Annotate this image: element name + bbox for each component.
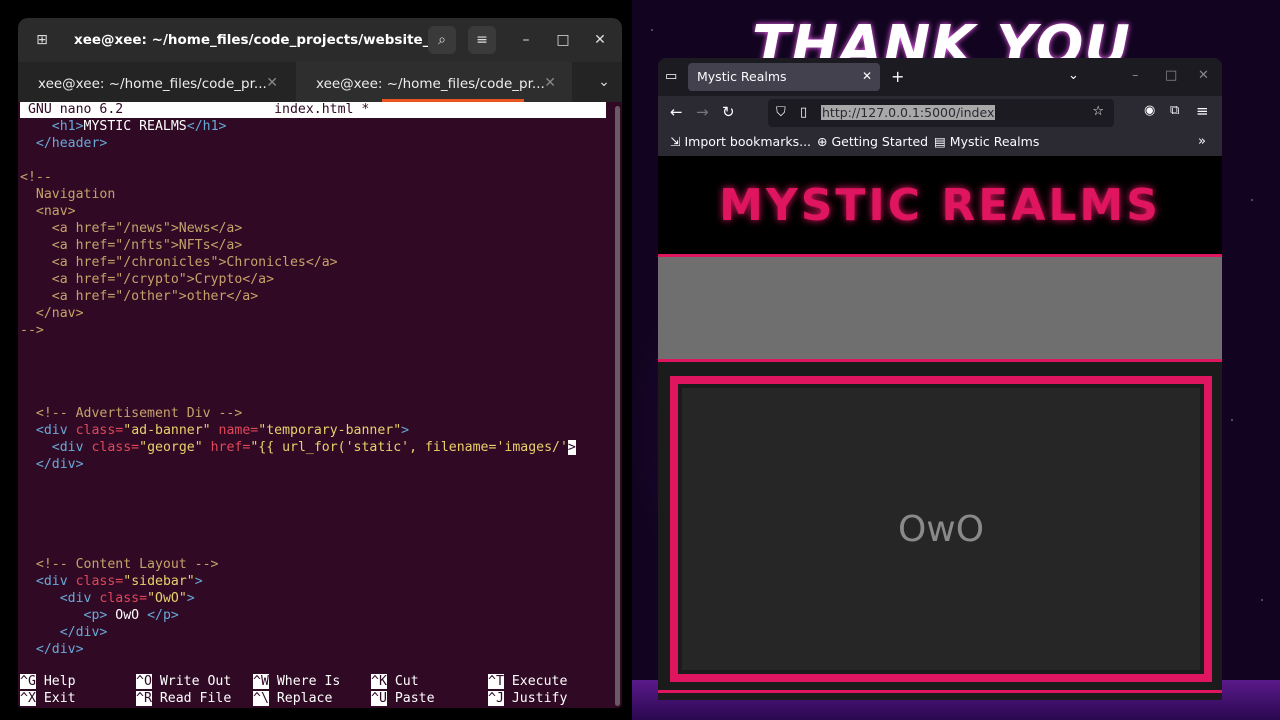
nano-version: GNU nano 6.2 [27,102,124,117]
minimize-icon[interactable]: – [512,26,540,54]
code-line: <!-- Content Layout --> [20,557,219,572]
extensions-icon[interactable]: ⧉ [1170,103,1179,118]
tab-title: Mystic Realms [697,69,787,84]
web-page: MYSTIC REALMS OwO [658,156,1222,700]
page-title: MYSTIC REALMS [719,180,1161,231]
shortcut-exit[interactable]: ^X Exit [20,691,76,708]
terminal-titlebar[interactable]: ⊞ xee@xee: ~/home_files/code_projects/we… [18,18,622,62]
page-icon: ▯ [800,105,808,120]
file-name: index.html * [274,102,370,117]
maximize-icon[interactable]: □ [549,26,577,54]
chevron-down-icon[interactable]: ⌄ [590,68,618,96]
nano-editor[interactable]: GNU nano 6.2 index.html * <h1>MYSTIC REA… [18,102,622,708]
shortcut-execute[interactable]: ^T Execute [488,674,567,691]
terminal-tab-active[interactable]: xee@xee: ~/home_files/code_pr... ✕ [296,62,572,102]
maximize-icon[interactable]: □ [1165,68,1177,83]
tab-label: xee@xee: ~/home_files/code_pr... [38,76,267,92]
nano-status-bar: GNU nano 6.2 index.html * [20,102,606,118]
code-line: <p> OwO </p> [83,608,179,623]
url-bar[interactable]: ⛉ ▯ http://127.0.0.1:5000/index ☆ [768,99,1114,127]
divider [658,690,1222,693]
code-line: </div> [35,642,84,657]
navigation-toolbar: ← → ↻ ⛉ ▯ http://127.0.0.1:5000/index ☆ … [658,96,1222,130]
code-line: Navigation [20,187,116,202]
code-line: <a href="/nfts">NFTs</a> [20,238,243,253]
terminal-window[interactable]: ⊞ xee@xee: ~/home_files/code_projects/we… [18,18,622,708]
code-line: </div> [59,625,108,640]
bookmark-getting-started[interactable]: ⊕ Getting Started [817,134,928,149]
code-line: </header> [35,136,108,151]
sidebar-text: OwO [897,508,985,550]
code-line: </div> [35,457,84,472]
bookmark-label: Getting Started [831,134,929,149]
bookmark-import[interactable]: ⇲ Import bookmarks... [670,134,811,149]
browser-window[interactable]: ▭ Mystic Realms ✕ + ⌄ – □ ✕ ← → ↻ ⛉ ▯ htt… [658,58,1222,700]
bookmarks-toolbar: ⇲ Import bookmarks... ⊕ Getting Started … [658,130,1222,156]
new-tab-icon[interactable]: + [891,67,904,86]
close-tab-icon[interactable]: ✕ [862,69,872,83]
code-line: --> [20,323,44,338]
wallpaper-text: THANK YOU [752,14,1131,62]
code-line: <div class="ad-banner" name="temporary-b… [35,423,410,438]
code-line: <a href="/other">other</a> [20,289,259,304]
terminal-title: xee@xee: ~/home_files/code_projects/webs… [74,32,445,48]
bookmark-mystic-realms[interactable]: ▤ Mystic Realms [934,134,1039,149]
close-icon[interactable]: ✕ [586,26,614,54]
shortcut-replace[interactable]: ^\ Replace [253,691,332,708]
search-icon[interactable]: ⌕ [428,26,456,54]
new-tab-icon[interactable]: ⊞ [28,26,56,54]
shortcut-paste[interactable]: ^U Paste [371,691,435,708]
hamburger-menu-icon[interactable]: ≡ [468,26,496,54]
bookmark-label: Import bookmarks... [684,134,812,149]
sidebar: OwO [670,376,1212,682]
close-icon[interactable]: ✕ [1198,68,1209,83]
page-header: MYSTIC REALMS [658,156,1222,254]
code-line: <nav> [20,204,76,219]
bookmark-star-icon[interactable]: ☆ [1092,104,1104,119]
code-line: <div class="OwO"> [59,591,195,606]
shortcut-read-file[interactable]: ^R Read File [136,691,231,708]
scrollbar[interactable] [615,106,620,706]
chevron-down-icon[interactable]: ⌄ [1068,68,1079,83]
code-line: <a href="/chronicles">Chronicles</a> [20,255,338,270]
url-text[interactable]: http://127.0.0.1:5000/index [821,105,996,120]
minimize-icon[interactable]: – [1132,68,1139,83]
code-line: <!-- Advertisement Div --> [20,406,243,421]
bookmark-label: Mystic Realms [949,134,1040,149]
shortcut-help[interactable]: ^G Help [20,674,76,691]
forward-icon[interactable]: → [696,103,709,121]
code-line: <div class="sidebar"> [35,574,203,589]
code-line: <a href="/news">News</a> [20,221,243,236]
terminal-tab[interactable]: xee@xee: ~/home_files/code_pr... ✕ [18,62,294,102]
shortcut-where-is[interactable]: ^W Where Is [253,674,340,691]
terminal-tabbar: xee@xee: ~/home_files/code_pr... ✕ xee@xe… [18,62,622,102]
hamburger-menu-icon[interactable]: ≡ [1196,102,1209,120]
code-line: <h1>MYSTIC REALMS</h1> [51,119,227,134]
code-line: <a href="/crypto">Crypto</a> [20,272,275,287]
ad-banner [658,254,1222,362]
shortcut-justify[interactable]: ^J Justify [488,691,567,708]
browser-tabbar: ▭ Mystic Realms ✕ + ⌄ – □ ✕ [658,58,1222,96]
shield-icon[interactable]: ⛉ [776,105,786,120]
tab-list-icon[interactable]: ▭ [665,69,677,84]
code-line: <div class="george" href="{{ url_for('st… [51,440,576,455]
chevron-right-icon[interactable]: » [1198,134,1206,149]
code-line: </nav> [20,306,84,321]
browser-tab[interactable]: Mystic Realms ✕ [688,63,880,91]
account-icon[interactable]: ◉ [1144,103,1155,118]
back-icon[interactable]: ← [670,103,683,121]
tab-label: xee@xee: ~/home_files/code_pr... [316,76,545,92]
reload-icon[interactable]: ↻ [722,103,735,121]
close-tab-icon[interactable]: ✕ [266,75,278,91]
code-line: <!-- [20,170,52,185]
shortcut-cut[interactable]: ^K Cut [371,674,419,691]
close-tab-icon[interactable]: ✕ [544,75,556,91]
shortcut-write-out[interactable]: ^O Write Out [136,674,231,691]
